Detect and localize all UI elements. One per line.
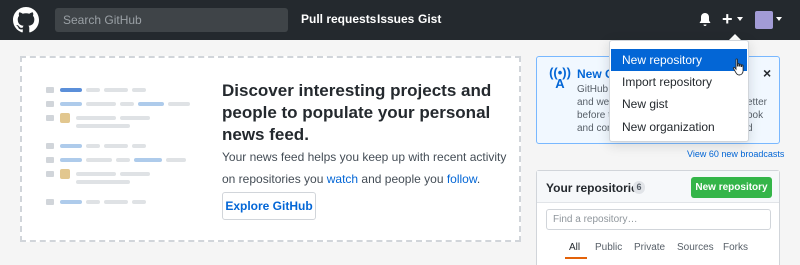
- tab-all[interactable]: All: [569, 242, 580, 253]
- broadcast-text-line-end: etter: [747, 97, 768, 108]
- close-icon[interactable]: ×: [763, 65, 771, 81]
- tab-sources[interactable]: Sources: [677, 242, 714, 253]
- broadcast-text-line-end: ook: [747, 110, 764, 121]
- broadcast-icon: ((•)) A: [549, 65, 571, 91]
- user-avatar[interactable]: [755, 11, 773, 29]
- avatar-chevron-down-icon[interactable]: [776, 17, 782, 21]
- news-feed-empty-state: Discover interesting projects and people…: [20, 56, 521, 242]
- tab-forks[interactable]: Forks: [723, 242, 748, 253]
- feed-illustration: [46, 86, 196, 216]
- follow-link[interactable]: follow: [447, 172, 477, 186]
- avatar: [60, 113, 70, 123]
- find-repository-input[interactable]: Find a repository…: [546, 209, 771, 230]
- menu-item-new-organization[interactable]: New organization: [611, 116, 747, 138]
- nav-issues[interactable]: Issues: [377, 12, 414, 26]
- tab-public[interactable]: Public: [595, 242, 622, 253]
- tab-private[interactable]: Private: [634, 242, 665, 253]
- view-broadcasts-link[interactable]: View 60 new broadcasts: [687, 149, 784, 159]
- explore-github-button[interactable]: Explore GitHub: [222, 192, 316, 220]
- commit-icon: [46, 115, 54, 121]
- repo-icon: [46, 101, 54, 107]
- create-new-plus-icon[interactable]: +: [722, 10, 733, 28]
- hand-pointer-cursor-icon: [732, 58, 744, 76]
- watch-link[interactable]: watch: [327, 172, 358, 186]
- create-new-dropdown: New repository Import repository New gis…: [609, 40, 749, 142]
- avatar: [60, 169, 70, 179]
- repositories-title: Your repositories: [546, 181, 645, 195]
- star-icon: [46, 87, 54, 93]
- menu-item-new-repository[interactable]: New repository: [611, 49, 747, 71]
- top-navbar: Search GitHub Pull requests Issues Gist …: [0, 0, 800, 40]
- repositories-header: Your repositories 6 New repository: [537, 171, 779, 203]
- feed-heading: Discover interesting projects and people…: [222, 81, 492, 144]
- search-input[interactable]: Search GitHub: [55, 8, 288, 32]
- star-icon: [46, 143, 54, 149]
- comment-icon: [46, 157, 54, 163]
- menu-item-import-repository[interactable]: Import repository: [611, 71, 747, 93]
- commit-icon: [46, 171, 54, 177]
- star-icon: [46, 199, 54, 205]
- broadcast-text-line: before t: [577, 110, 611, 121]
- github-logo-icon[interactable]: [13, 7, 39, 33]
- nav-pull-requests[interactable]: Pull requests: [301, 12, 376, 26]
- repositories-panel: Your repositories 6 New repository Find …: [536, 170, 780, 265]
- bell-icon[interactable]: [698, 12, 712, 28]
- menu-item-new-gist[interactable]: New gist: [611, 93, 747, 115]
- active-tab-indicator: [565, 257, 587, 259]
- nav-gist[interactable]: Gist: [418, 12, 441, 26]
- broadcast-text-line: GitHub i: [577, 84, 614, 95]
- new-repository-button[interactable]: New repository: [691, 177, 772, 198]
- feed-description: Your news feed helps you keep up with re…: [222, 150, 507, 186]
- repository-count-badge: 6: [633, 181, 645, 194]
- chevron-down-icon[interactable]: [737, 17, 743, 21]
